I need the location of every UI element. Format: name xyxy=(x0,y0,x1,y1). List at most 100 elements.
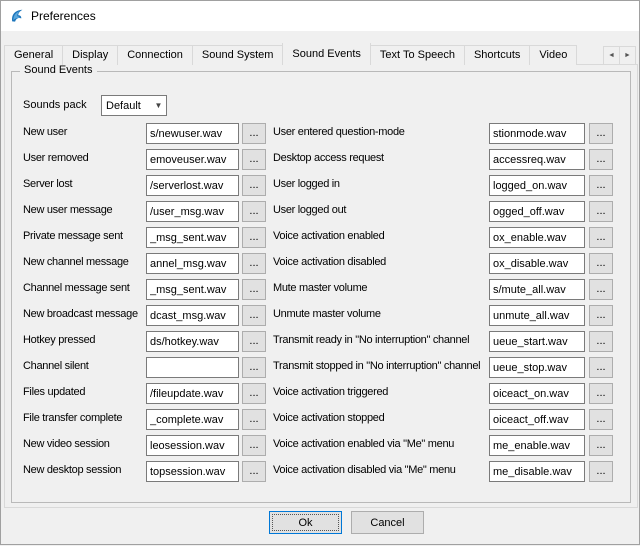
tab-shortcuts[interactable]: Shortcuts xyxy=(464,45,530,65)
browse-button[interactable]: ... xyxy=(589,123,613,144)
tab-sound-system[interactable]: Sound System xyxy=(192,45,284,65)
sound-event-label: User removed xyxy=(23,152,144,164)
sound-file-input[interactable] xyxy=(489,383,585,404)
sound-event-row: New video session ... Voice activation e… xyxy=(1,435,640,461)
browse-button[interactable]: ... xyxy=(589,149,613,170)
sound-file-input[interactable] xyxy=(146,123,239,144)
sound-file-input[interactable] xyxy=(489,123,585,144)
browse-button[interactable]: ... xyxy=(589,357,613,378)
sound-file-input[interactable] xyxy=(146,331,239,352)
sound-event-row: New broadcast message ... Unmute master … xyxy=(1,305,640,331)
sound-file-input[interactable] xyxy=(146,357,239,378)
ok-button[interactable]: Ok xyxy=(269,511,342,534)
sound-file-input[interactable] xyxy=(489,149,585,170)
sound-file-input[interactable] xyxy=(146,201,239,222)
browse-button[interactable]: ... xyxy=(242,383,266,404)
browse-button[interactable]: ... xyxy=(242,435,266,456)
sound-file-input[interactable] xyxy=(489,305,585,326)
browse-button[interactable]: ... xyxy=(242,461,266,482)
sound-event-label: User entered question-mode xyxy=(273,126,487,138)
sound-file-input[interactable] xyxy=(146,305,239,326)
sounds-pack-selected-value: Default xyxy=(102,100,151,112)
browse-button[interactable]: ... xyxy=(589,227,613,248)
sound-file-input[interactable] xyxy=(146,149,239,170)
sound-file-input[interactable] xyxy=(146,409,239,430)
tab-text-to-speech[interactable]: Text To Speech xyxy=(370,45,465,65)
sound-file-input[interactable] xyxy=(489,227,585,248)
sound-event-label: Channel silent xyxy=(23,360,144,372)
browse-button[interactable]: ... xyxy=(242,253,266,274)
sound-event-label: User logged in xyxy=(273,178,487,190)
sound-file-input[interactable] xyxy=(146,279,239,300)
browse-button[interactable]: ... xyxy=(589,331,613,352)
browse-button[interactable]: ... xyxy=(589,253,613,274)
sound-event-row: Channel message sent ... Mute master vol… xyxy=(1,279,640,305)
sound-file-input[interactable] xyxy=(489,175,585,196)
tab-scroll-right-button[interactable]: ► xyxy=(619,46,636,65)
browse-button[interactable]: ... xyxy=(242,175,266,196)
tab-scroll-left-button[interactable]: ◄ xyxy=(603,46,620,65)
browse-button[interactable]: ... xyxy=(589,435,613,456)
sound-file-input[interactable] xyxy=(146,227,239,248)
sound-file-input[interactable] xyxy=(489,435,585,456)
browse-button[interactable]: ... xyxy=(589,409,613,430)
sound-event-label: Voice activation disabled xyxy=(273,256,487,268)
tab-sound-events[interactable]: Sound Events xyxy=(282,43,371,65)
tab-general[interactable]: General xyxy=(4,45,63,65)
sound-event-row: Channel silent ... Transmit stopped in "… xyxy=(1,357,640,383)
sound-event-label: File transfer complete xyxy=(23,412,144,424)
sound-event-row: Hotkey pressed ... Transmit ready in "No… xyxy=(1,331,640,357)
sound-file-input[interactable] xyxy=(146,253,239,274)
browse-button[interactable]: ... xyxy=(589,201,613,222)
tab-connection[interactable]: Connection xyxy=(117,45,193,65)
browse-button[interactable]: ... xyxy=(589,279,613,300)
sound-event-label: Unmute master volume xyxy=(273,308,487,320)
browse-button[interactable]: ... xyxy=(242,331,266,352)
browse-button[interactable]: ... xyxy=(589,175,613,196)
sound-file-input[interactable] xyxy=(489,331,585,352)
preferences-dialog: Preferences GeneralDisplayConnectionSoun… xyxy=(0,0,640,545)
browse-button[interactable]: ... xyxy=(589,383,613,404)
sound-file-input[interactable] xyxy=(146,175,239,196)
sound-event-row: File transfer complete ... Voice activat… xyxy=(1,409,640,435)
tab-bar: GeneralDisplayConnectionSound SystemSoun… xyxy=(4,43,608,65)
browse-button[interactable]: ... xyxy=(242,123,266,144)
browse-button[interactable]: ... xyxy=(242,201,266,222)
sound-file-input[interactable] xyxy=(146,435,239,456)
sound-file-input[interactable] xyxy=(489,253,585,274)
sound-event-row: New desktop session ... Voice activation… xyxy=(1,461,640,487)
sound-event-label: User logged out xyxy=(273,204,487,216)
cancel-button[interactable]: Cancel xyxy=(351,511,424,534)
browse-button[interactable]: ... xyxy=(242,305,266,326)
sound-event-label: Voice activation enabled via "Me" menu xyxy=(273,438,487,450)
window-title: Preferences xyxy=(31,9,96,23)
sound-file-input[interactable] xyxy=(489,201,585,222)
browse-button[interactable]: ... xyxy=(589,305,613,326)
sound-event-label: Private message sent xyxy=(23,230,144,242)
title-bar: Preferences xyxy=(1,1,639,31)
sound-event-label: New user message xyxy=(23,204,144,216)
sound-event-label: Voice activation disabled via "Me" menu xyxy=(273,464,487,476)
browse-button[interactable]: ... xyxy=(242,357,266,378)
browse-button[interactable]: ... xyxy=(242,409,266,430)
sound-file-input[interactable] xyxy=(489,461,585,482)
sound-event-label: Voice activation enabled xyxy=(273,230,487,242)
sound-file-input[interactable] xyxy=(489,279,585,300)
browse-button[interactable]: ... xyxy=(242,227,266,248)
sound-file-input[interactable] xyxy=(146,461,239,482)
browse-button[interactable]: ... xyxy=(242,279,266,300)
sound-file-input[interactable] xyxy=(489,409,585,430)
sound-event-row: Private message sent ... Voice activatio… xyxy=(1,227,640,253)
tab-display[interactable]: Display xyxy=(62,45,118,65)
sound-file-input[interactable] xyxy=(489,357,585,378)
sound-event-row: Server lost ... User logged in ... xyxy=(1,175,640,201)
tab-video[interactable]: Video xyxy=(529,45,577,65)
sounds-pack-label: Sounds pack xyxy=(23,99,87,111)
browse-button[interactable]: ... xyxy=(589,461,613,482)
sounds-pack-select[interactable]: Default ▼ xyxy=(101,95,167,116)
groupbox-title: Sound Events xyxy=(20,64,97,76)
chevron-down-icon: ▼ xyxy=(151,101,166,110)
sound-event-row: User removed ... Desktop access request … xyxy=(1,149,640,175)
sound-file-input[interactable] xyxy=(146,383,239,404)
browse-button[interactable]: ... xyxy=(242,149,266,170)
